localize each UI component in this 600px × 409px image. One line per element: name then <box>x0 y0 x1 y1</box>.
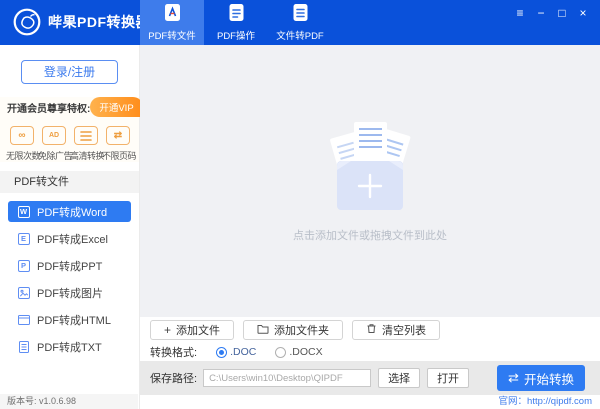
unlimited-pages-icon: ⇄ <box>106 126 130 145</box>
tab-label: PDF操作 <box>217 28 255 42</box>
txt-icon <box>17 340 30 353</box>
tab-label: PDF转文件 <box>148 28 196 42</box>
start-convert-button[interactable]: ⇄ 开始转换 <box>497 365 585 391</box>
perk-unlimited-count: ∞ 无限次数 <box>6 126 38 162</box>
app-logo <box>13 8 41 36</box>
sidebar-item-pdf-to-html[interactable]: PDF转成HTML <box>8 309 131 330</box>
radio-button-doc[interactable] <box>216 347 227 358</box>
hd-convert-icon <box>74 126 98 145</box>
infinity-icon: ∞ <box>10 126 34 145</box>
pdf-edit-icon <box>228 3 245 25</box>
trash-icon <box>366 323 377 337</box>
main-tabs: PDF转文件 PDF操作 <box>140 0 332 45</box>
file-actions-row: + 添加文件 添加文件夹 清空列表 <box>140 317 600 343</box>
menu-icon[interactable]: ≡ <box>513 5 527 21</box>
minimize-button[interactable]: − <box>534 5 548 21</box>
add-folder-button[interactable]: 添加文件夹 <box>243 320 343 340</box>
tab-pdf-to-file[interactable]: PDF转文件 <box>140 0 204 45</box>
pdf-file-icon <box>164 3 181 25</box>
format-row: 转换格式: .DOC .DOCX <box>140 343 600 361</box>
footer: 官网：http://qipdf.com <box>140 395 600 409</box>
vip-perks: ∞ 无限次数 AD 免除广告 <box>5 126 134 162</box>
file-dropzone[interactable]: 点击添加文件或拖拽文件到此处 <box>140 45 600 317</box>
word-icon: W <box>17 205 30 218</box>
sidebar-item-pdf-to-word[interactable]: W PDF转成Word <box>8 201 131 222</box>
sidebar-item-pdf-to-image[interactable]: PDF转成图片 <box>8 282 131 303</box>
html-icon <box>17 313 30 326</box>
close-button[interactable]: × <box>576 5 590 21</box>
sidebar-item-pdf-to-ppt[interactable]: P PDF转成PPT <box>8 255 131 276</box>
perk-hd-convert: 高清转换 <box>70 126 102 162</box>
add-file-button[interactable]: + 添加文件 <box>150 320 234 340</box>
image-icon <box>17 286 30 299</box>
maximize-button[interactable]: □ <box>555 5 569 21</box>
save-path-bar: 保存路径: 选择 打开 ⇄ 开始转换 <box>140 361 600 395</box>
vip-title: 开通会员尊享特权: <box>7 100 90 115</box>
perk-no-ads: AD 免除广告 <box>38 126 70 162</box>
plus-icon: + <box>164 325 171 335</box>
perk-unlimited-pages: ⇄ 不限页码 <box>102 126 134 162</box>
version-label: 版本号: v1.0.6.98 <box>0 394 138 409</box>
excel-icon: E <box>17 232 30 245</box>
open-vip-button[interactable]: 开通VIP <box>90 97 142 117</box>
no-ads-icon: AD <box>42 126 66 145</box>
clear-list-button[interactable]: 清空列表 <box>352 320 440 340</box>
tab-label: 文件转PDF <box>276 28 324 42</box>
radio-doc[interactable]: .DOC <box>216 346 256 358</box>
tab-pdf-operations[interactable]: PDF操作 <box>204 0 268 45</box>
save-path-label: 保存路径: <box>150 370 197 386</box>
choose-path-button[interactable]: 选择 <box>378 368 420 388</box>
sidebar-nav: W PDF转成Word E PDF转成Excel P PDF转成PPT <box>0 193 139 357</box>
ppt-icon: P <box>17 259 30 272</box>
titlebar: 哔果PDF转换器 PDF转文件 <box>0 0 600 45</box>
vip-section: 开通会员尊享特权: 开通VIP ∞ 无限次数 AD 免除广告 <box>0 97 139 162</box>
official-website-link[interactable]: 官网：http://qipdf.com <box>499 395 592 409</box>
open-path-button[interactable]: 打开 <box>427 368 469 388</box>
file-to-pdf-icon <box>292 3 309 25</box>
save-path-input[interactable] <box>203 369 371 387</box>
folder-icon <box>257 324 269 337</box>
dropzone-hint: 点击添加文件或拖拽文件到此处 <box>293 227 447 243</box>
main-panel: 点击添加文件或拖拽文件到此处 + 添加文件 添加文件夹 清空列表 <box>140 45 600 409</box>
sidebar-item-pdf-to-excel[interactable]: E PDF转成Excel <box>8 228 131 249</box>
sidebar-item-pdf-to-txt[interactable]: PDF转成TXT <box>8 336 131 357</box>
app-title: 哔果PDF转换器 <box>48 0 150 45</box>
convert-arrows-icon: ⇄ <box>508 370 519 386</box>
sidebar: 登录/注册 开通会员尊享特权: 开通VIP ∞ 无限次数 AD 免除广告 <box>0 45 140 409</box>
login-register-button[interactable]: 登录/注册 <box>21 60 118 84</box>
format-label: 转换格式: <box>150 344 197 360</box>
radio-button-docx[interactable] <box>275 347 286 358</box>
sidebar-section-title: PDF转文件 <box>0 171 139 193</box>
add-files-illustration <box>318 120 422 214</box>
window-controls: ≡ − □ × <box>513 5 590 21</box>
radio-docx[interactable]: .DOCX <box>275 346 322 358</box>
tab-file-to-pdf[interactable]: 文件转PDF <box>268 0 332 45</box>
strawberry-logo-icon <box>13 8 41 36</box>
